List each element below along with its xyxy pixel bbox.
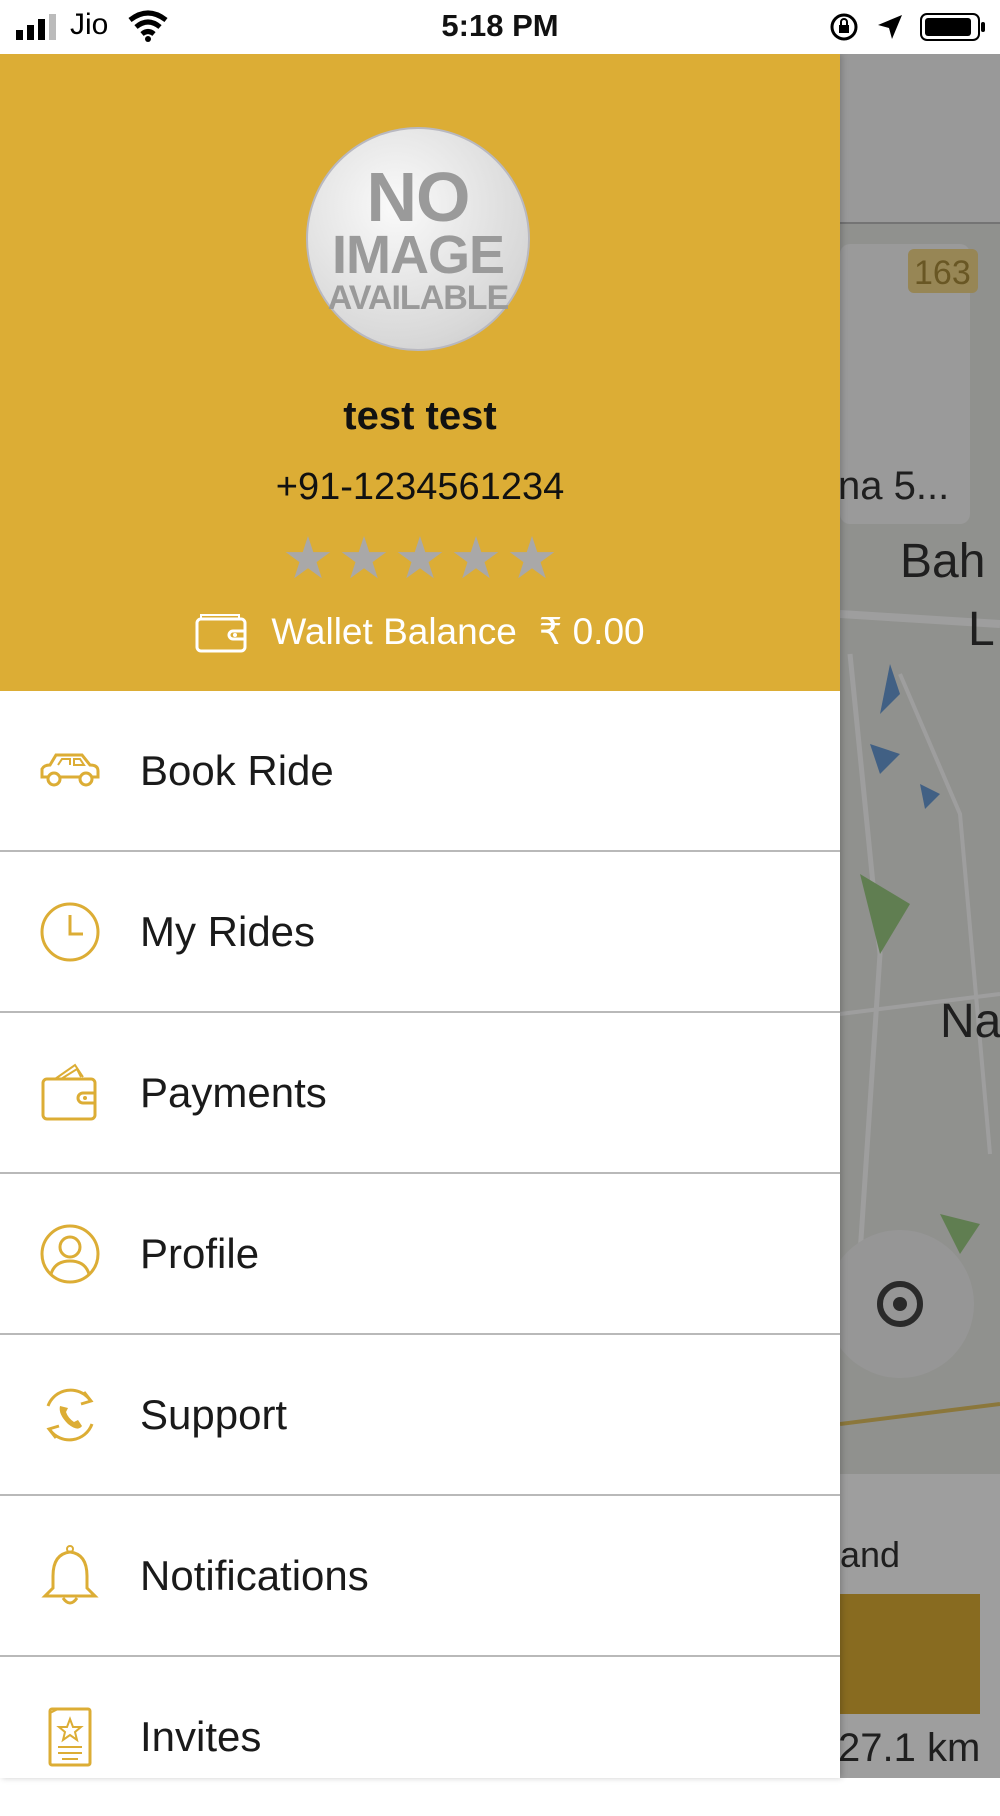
menu-item-label: Support [140, 1390, 288, 1438]
menu-item-label: Book Ride [140, 746, 334, 794]
menu-item-support[interactable]: Support [0, 1335, 840, 1496]
car-icon [40, 753, 100, 786]
avatar-placeholder-text: IMAGE [331, 225, 505, 286]
wallet-icon [41, 1063, 97, 1120]
star-icon: ★ [338, 526, 390, 591]
avatar[interactable]: NO IMAGE AVAILABLE [306, 127, 530, 351]
wallet-amount: ₹ 0.00 [538, 611, 645, 652]
navigation-drawer: NO IMAGE AVAILABLE test test +91-1234561… [0, 54, 840, 1778]
menu-item-payments[interactable]: Payments [0, 1013, 840, 1174]
star-icon: ★ [394, 526, 446, 591]
battery-icon [920, 13, 985, 41]
wallet-label: Wallet Balance [271, 610, 517, 652]
menu-item-label: Payments [140, 1068, 327, 1116]
rating-stars: ★★★★★ [0, 530, 840, 588]
drawer-menu: Book Ride My Rides Payments Profile Supp… [0, 691, 840, 1816]
wallet-balance-row: Wallet Balance ₹ 0.00 [0, 610, 840, 653]
user-phone: +91-1234561234 [275, 466, 565, 508]
menu-item-notifications[interactable]: Notifications [0, 1496, 840, 1657]
invite-card-icon [48, 1707, 92, 1766]
menu-item-label: Invites [140, 1712, 262, 1760]
menu-item-label: Profile [140, 1229, 260, 1277]
drawer-scrim[interactable] [840, 54, 1000, 1778]
star-icon: ★ [506, 526, 558, 591]
menu-item-invites[interactable]: Invites [0, 1657, 840, 1816]
user-icon [40, 1224, 100, 1283]
drawer-header: NO IMAGE AVAILABLE test test +91-1234561… [0, 54, 840, 691]
menu-item-my-rides[interactable]: My Rides [0, 852, 840, 1013]
phone-refresh-icon [46, 1388, 94, 1441]
wallet-icon [195, 613, 247, 652]
user-name: test test [343, 394, 497, 438]
status-bar: Jio 5:18 PM [0, 0, 1000, 54]
menu-item-profile[interactable]: Profile [0, 1174, 840, 1335]
star-icon: ★ [282, 526, 334, 591]
star-icon: ★ [450, 526, 502, 591]
menu-item-label: Notifications [140, 1551, 369, 1599]
clock-icon [40, 902, 100, 961]
location-arrow-icon [878, 15, 902, 39]
bell-icon [41, 1544, 99, 1604]
background-map: 163 na 5... Bah L Na and 27.1 km [840, 54, 1000, 1778]
avatar-placeholder-text: NO [366, 157, 471, 236]
menu-item-label: My Rides [140, 907, 316, 955]
orientation-lock-icon [830, 13, 858, 41]
avatar-placeholder-text: AVAILABLE [327, 278, 510, 317]
menu-item-book-ride[interactable]: Book Ride [0, 691, 840, 852]
